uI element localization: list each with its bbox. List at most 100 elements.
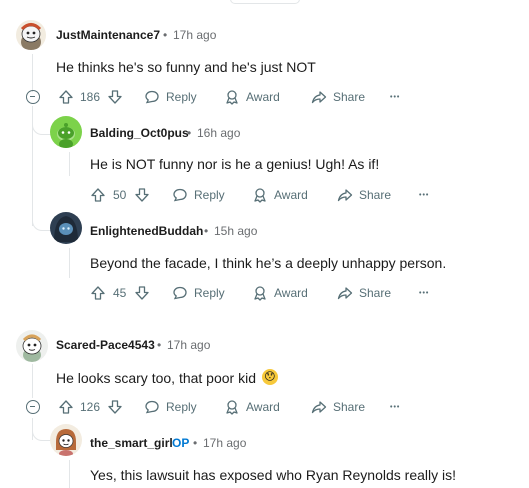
timestamp[interactable]: 17h ago — [173, 28, 216, 42]
upvote-arrow-icon — [59, 90, 73, 104]
girl-snoo-avatar-icon — [56, 429, 76, 456]
downvote-button[interactable] — [107, 87, 123, 107]
timestamp[interactable]: 17h ago — [203, 436, 246, 450]
reply-button[interactable]: Reply — [172, 185, 225, 205]
avatar[interactable] — [50, 116, 82, 148]
timestamp[interactable]: 15h ago — [214, 224, 257, 238]
share-icon — [337, 189, 353, 202]
downvote-arrow-icon — [135, 188, 149, 202]
separator-dot: • — [187, 126, 192, 140]
share-button[interactable]: Share — [337, 185, 391, 205]
more-options-button[interactable]: ••• — [390, 87, 400, 107]
separator-dot: • — [204, 224, 209, 238]
award-label: Award — [274, 286, 308, 300]
comment-actions: 50 Reply Award Share ••• — [90, 185, 450, 205]
thread-connector — [32, 418, 51, 441]
share-label: Share — [359, 188, 392, 202]
award-button[interactable]: Award — [252, 283, 308, 303]
comment-text: He looks scary too, that poor kid — [56, 370, 256, 386]
thread-connector — [32, 208, 51, 231]
award-label: Award — [246, 90, 280, 104]
award-icon — [226, 400, 238, 415]
reply-bubble-icon — [145, 400, 159, 414]
username[interactable]: Balding_Oct0pus — [90, 126, 189, 140]
avatar[interactable] — [50, 424, 82, 456]
reply-label: Reply — [194, 188, 225, 202]
comment-body: Beyond the facade, I think he’s a deeply… — [90, 255, 447, 271]
timestamp[interactable]: 16h ago — [197, 126, 240, 140]
upvote-button[interactable] — [58, 87, 74, 107]
share-button[interactable]: Share — [337, 283, 391, 303]
more-options-button[interactable]: ••• — [419, 185, 429, 205]
award-icon — [254, 188, 266, 203]
snoo-avatar-icon — [20, 23, 42, 50]
collapse-thread-button[interactable] — [26, 400, 40, 414]
award-label: Award — [246, 400, 280, 414]
default-snoo-icon — [57, 123, 75, 148]
share-icon — [311, 401, 327, 414]
reply-bubble-icon — [173, 286, 187, 300]
downvote-arrow-icon — [135, 286, 149, 300]
comment-body: He thinks he's so funny and he's just NO… — [56, 59, 316, 75]
downvote-button[interactable] — [134, 283, 150, 303]
hushed-face-emoji-icon: 😯 — [261, 369, 278, 385]
downvote-button[interactable] — [134, 185, 150, 205]
reply-label: Reply — [166, 400, 197, 414]
comment-actions: 186 Reply Award Share ••• — [24, 87, 424, 107]
share-label: Share — [333, 400, 366, 414]
reply-button[interactable]: Reply — [172, 283, 225, 303]
vote-count: 186 — [80, 90, 101, 104]
avatar[interactable] — [50, 212, 82, 244]
reply-bubble-icon — [145, 90, 159, 104]
award-button[interactable]: Award — [252, 185, 308, 205]
downvote-arrow-icon — [108, 400, 122, 414]
reply-button[interactable]: Reply — [144, 397, 197, 417]
downvote-arrow-icon — [108, 90, 122, 104]
upvote-arrow-icon — [91, 286, 105, 300]
avatar[interactable] — [16, 330, 48, 362]
vote-count: 50 — [113, 188, 127, 202]
thread-connector — [32, 112, 51, 135]
collapse-thread-button[interactable] — [26, 90, 40, 104]
username[interactable]: EnlightenedBuddah — [90, 224, 203, 238]
vote-count: 126 — [80, 400, 101, 414]
more-options-button[interactable]: ••• — [390, 397, 400, 417]
share-icon — [337, 287, 353, 300]
award-button[interactable]: Award — [224, 397, 280, 417]
vote-count: 45 — [113, 286, 127, 300]
award-icon — [254, 286, 266, 301]
share-button[interactable]: Share — [311, 397, 365, 417]
downvote-button[interactable] — [107, 397, 123, 417]
comment-actions: 126 Reply Award Share ••• — [24, 397, 424, 417]
thread-line — [32, 364, 33, 398]
username[interactable]: Scared-Pace4543 — [56, 338, 155, 352]
reply-bubble-icon — [173, 188, 187, 202]
comment-actions: 45 Reply Award Share ••• — [90, 283, 450, 303]
award-icon — [226, 90, 238, 105]
hooded-snoo-avatar-icon — [54, 216, 78, 242]
thread-line — [69, 460, 70, 488]
upvote-button[interactable] — [58, 397, 74, 417]
award-button[interactable]: Award — [224, 87, 280, 107]
username[interactable]: JustMaintenance7 — [56, 28, 160, 42]
comment-body: He looks scary too, that poor kid 😯 — [56, 369, 278, 386]
reply-label: Reply — [194, 286, 225, 300]
thread-line — [69, 152, 70, 176]
share-label: Share — [359, 286, 392, 300]
reply-label: Reply — [166, 90, 197, 104]
upvote-button[interactable] — [90, 185, 106, 205]
reply-button[interactable]: Reply — [144, 87, 197, 107]
separator-dot: • — [193, 436, 198, 450]
share-button[interactable]: Share — [311, 87, 365, 107]
timestamp[interactable]: 17h ago — [167, 338, 210, 352]
comment-body: He is NOT funny nor is he a genius! Ugh!… — [90, 156, 380, 172]
comment-body: Yes, this lawsuit has exposed who Ryan R… — [90, 467, 457, 483]
more-options-button[interactable]: ••• — [419, 283, 429, 303]
username[interactable]: the_smart_girl — [90, 436, 173, 450]
upvote-arrow-icon — [59, 400, 73, 414]
upvote-button[interactable] — [90, 283, 106, 303]
separator-dot: • — [163, 28, 168, 42]
separator-dot: • — [157, 338, 162, 352]
avatar[interactable] — [16, 20, 46, 50]
share-label: Share — [333, 90, 366, 104]
